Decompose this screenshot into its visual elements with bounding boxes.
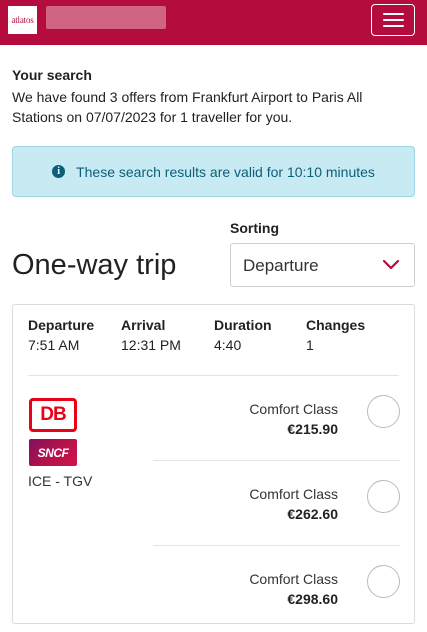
fare-class: Comfort Class: [249, 571, 338, 587]
summary-label: Departure: [28, 317, 95, 333]
fare-class: Comfort Class: [249, 486, 338, 502]
logo-text: atlatos: [11, 15, 34, 25]
menu-toggle-button[interactable]: [371, 4, 415, 36]
validity-alert: i These search results are valid for 10:…: [12, 146, 415, 197]
fare-price: €262.60: [287, 506, 338, 522]
chevron-down-icon: [382, 259, 400, 270]
sorting-select[interactable]: Departure: [230, 243, 415, 287]
fare-price: €298.60: [287, 591, 338, 607]
sncf-logo-text: SNCF: [37, 445, 69, 460]
fare-select-radio[interactable]: [367, 395, 400, 428]
offer-divider: [153, 545, 400, 546]
db-logo-text: DB: [40, 404, 66, 425]
fare-select-radio[interactable]: [367, 565, 400, 598]
train-type: ICE - TGV: [28, 473, 93, 489]
fare-select-radio[interactable]: [367, 480, 400, 513]
fare-offer[interactable]: Comfort Class €215.90: [153, 395, 408, 481]
offer-divider: [153, 460, 400, 461]
info-icon: i: [52, 165, 66, 178]
summary-label: Changes: [306, 317, 366, 333]
redacted-header-text: [46, 6, 166, 29]
alert-text: These search results are valid for 10:10…: [76, 163, 375, 180]
summary-value: 12:31 PM: [121, 337, 181, 353]
duration-summary: Duration 4:40: [214, 317, 272, 353]
sorting-label: Sorting: [230, 220, 279, 236]
fare-class: Comfort Class: [249, 401, 338, 417]
summary-label: Arrival: [121, 317, 166, 333]
search-description: We have found 3 offers from Frankfurt Ai…: [12, 89, 363, 125]
fare-offer[interactable]: Comfort Class €262.60: [153, 480, 408, 566]
summary-value: 1: [306, 337, 314, 353]
trip-heading: One-way trip: [12, 249, 177, 281]
db-logo: DB: [29, 398, 77, 432]
summary-value: 7:51 AM: [28, 337, 80, 353]
sncf-logo: SNCF: [29, 439, 77, 466]
sorting-selected-value: Departure: [243, 256, 319, 275]
fare-price: €215.90: [287, 421, 338, 437]
fare-offer[interactable]: Comfort Class €298.60: [153, 565, 408, 632]
search-title: Your search: [12, 67, 92, 83]
atlatos-logo[interactable]: atlatos: [8, 6, 37, 34]
summary-label: Duration: [214, 317, 272, 333]
top-navbar: atlatos: [0, 0, 427, 45]
arrival-summary: Arrival 12:31 PM: [121, 317, 181, 353]
card-divider: [28, 375, 399, 376]
trip-card: Departure 7:51 AM Arrival 12:31 PM Durat…: [12, 304, 415, 624]
changes-summary: Changes 1: [306, 317, 365, 353]
summary-value: 4:40: [214, 337, 242, 353]
departure-summary: Departure 7:51 AM: [28, 317, 94, 353]
